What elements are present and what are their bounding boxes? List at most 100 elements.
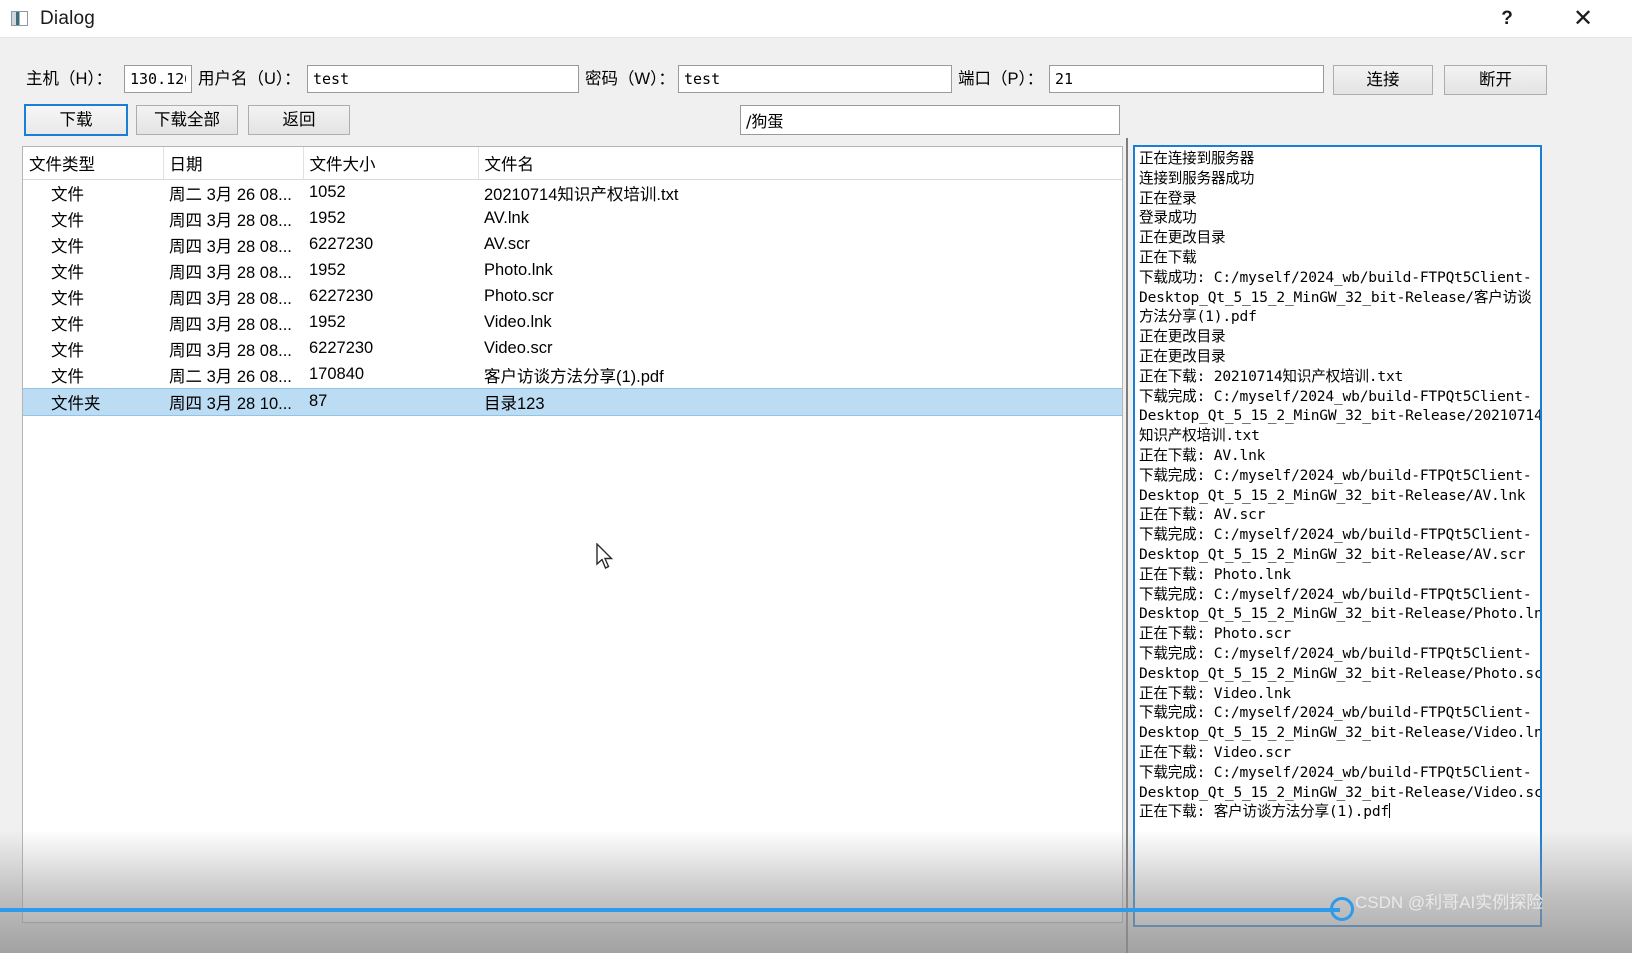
table-row[interactable]: 文件夹 周四 3月 28 10... 87 目录123 [23, 387, 1122, 416]
file-table-header-row: 文件类型 日期 文件大小 文件名 [23, 147, 1122, 180]
window-titlebar: Dialog ? ✕ [0, 0, 1632, 38]
log-line: Desktop_Qt_5_15_2_MinGW_32_bit-Release/A… [1139, 545, 1526, 563]
download-button[interactable]: 下载 [24, 104, 128, 136]
file-list-panel[interactable]: 文件类型 日期 文件大小 文件名 文件 周二 3月 26 08... 1052 202… [22, 146, 1123, 923]
watermark-line [0, 908, 1340, 912]
table-row[interactable]: 文件 周四 3月 28 08... 6227230 Photo.scr [23, 284, 1122, 310]
disconnect-button[interactable]: 断开 [1444, 65, 1547, 95]
port-input[interactable] [1049, 65, 1324, 93]
cell-filename: Video.lnk [484, 313, 552, 331]
connection-row: 主机（H）： 用户名（U）： 密码（W）： 端口（P）： 连接 断开 [0, 64, 1632, 95]
watermark-text: CSDN @利哥AI实例探险 [1355, 893, 1544, 912]
cell-date: 周四 3月 28 08... [169, 315, 292, 334]
help-icon[interactable]: ? [1484, 0, 1530, 37]
cell-filetype: 文件夹 [23, 387, 163, 416]
cell-filesize: 1952 [309, 261, 346, 279]
close-icon[interactable]: ✕ [1560, 0, 1606, 37]
log-line: 正在下载: 20210714知识产权培训.txt [1139, 367, 1404, 385]
cell-filetype: 文件 [51, 289, 84, 308]
cell-filesize: 170840 [309, 365, 365, 383]
app-icon [11, 11, 28, 26]
log-line: 正在更改目录 [1139, 229, 1226, 247]
log-line: 正在下载: Photo.scr [1139, 625, 1292, 643]
watermark-dot [1330, 897, 1354, 921]
log-line: Desktop_Qt_5_15_2_MinGW_32_bit-Release/V… [1139, 783, 1542, 801]
connect-button[interactable]: 连接 [1333, 65, 1433, 95]
log-line: 下载完成: C:/myself/2024_wb/build-FTPQt5Clie… [1139, 526, 1532, 544]
cell-date: 周二 3月 26 08... [169, 367, 292, 386]
log-output-panel[interactable]: 正在连接到服务器 连接到服务器成功 正在登录 登录成功 正在更改目录 正在下载 下载成功: … [1133, 145, 1542, 927]
table-row[interactable]: 文件 周四 3月 28 08... 1952 AV.lnk [23, 206, 1122, 232]
cell-filetype: 文件 [51, 263, 84, 282]
table-row[interactable]: 文件 周二 3月 26 08... 170840 客户访谈方法分享(1).pdf [23, 362, 1122, 389]
log-line: 正在连接到服务器 [1139, 150, 1255, 167]
cell-filetype: 文件 [51, 237, 84, 256]
log-line: 方法分享(1).pdf [1139, 308, 1257, 326]
port-label: 端口（P）： [958, 70, 1044, 88]
log-line: Desktop_Qt_5_15_2_MinGW_32_bit-Release/A… [1139, 486, 1526, 504]
log-line: 正在下载: Photo.lnk [1139, 565, 1292, 583]
log-line: 连接到服务器成功 [1139, 169, 1255, 187]
file-table-header: 文件类型 日期 文件大小 文件名 [23, 147, 1122, 180]
table-row[interactable]: 文件 周四 3月 28 08... 1952 Video.lnk [23, 310, 1122, 336]
log-line: Desktop_Qt_5_15_2_MinGW_32_bit-Release/客… [1139, 288, 1532, 306]
log-line: Desktop_Qt_5_15_2_MinGW_32_bit-Release/P… [1139, 605, 1542, 623]
password-label: 密码（W）： [585, 70, 675, 88]
cell-filename: AV.lnk [484, 209, 529, 227]
cell-filename: 目录123 [478, 387, 1122, 416]
cell-filesize: 1952 [309, 209, 346, 227]
column-header-filesize[interactable]: 文件大小 [303, 147, 479, 180]
remote-path-input[interactable] [740, 105, 1120, 135]
username-label: 用户名（U）： [198, 70, 301, 88]
log-line: 正在下载 [1139, 248, 1197, 266]
cell-date: 周四 3月 28 08... [169, 263, 292, 282]
cell-filename: AV.scr [484, 235, 530, 253]
cell-filetype: 文件 [51, 341, 84, 360]
host-label: 主机（H）： [26, 70, 113, 88]
pane-divider [1126, 138, 1128, 953]
log-line: 下载完成: C:/myself/2024_wb/build-FTPQt5Clie… [1139, 644, 1532, 662]
column-header-filename[interactable]: 文件名 [478, 147, 1122, 180]
log-line: Desktop_Qt_5_15_2_MinGW_32_bit-Release/V… [1139, 724, 1542, 742]
username-input[interactable] [307, 65, 579, 93]
cell-date: 周四 3月 28 10... [163, 387, 303, 416]
cell-filename: Photo.lnk [484, 261, 553, 279]
file-table: 文件类型 日期 文件大小 文件名 文件 周二 3月 26 08... 1052 202… [23, 147, 1122, 416]
log-line: 正在下载: Video.scr [1139, 743, 1292, 761]
cell-filetype: 文件 [51, 211, 84, 230]
password-input[interactable] [678, 65, 952, 93]
log-line: 下载完成: C:/myself/2024_wb/build-FTPQt5Clie… [1139, 466, 1532, 484]
column-header-date[interactable]: 日期 [163, 147, 304, 180]
mouse-cursor-icon [596, 543, 614, 569]
cell-filename: Video.scr [484, 339, 553, 357]
log-line: 正在更改目录 [1139, 347, 1226, 365]
log-line: 正在登录 [1139, 189, 1197, 207]
cell-filename: Photo.scr [484, 287, 554, 305]
back-button[interactable]: 返回 [248, 105, 350, 135]
log-line: Desktop_Qt_5_15_2_MinGW_32_bit-Release/2… [1139, 407, 1542, 425]
log-line: 下载完成: C:/myself/2024_wb/build-FTPQt5Clie… [1139, 763, 1532, 781]
table-row[interactable]: 文件 周四 3月 28 08... 1952 Photo.lnk [23, 258, 1122, 284]
log-line: 正在下载: AV.scr [1139, 506, 1266, 524]
cell-filename: 20210714知识产权培训.txt [484, 185, 679, 204]
table-row[interactable]: 文件 周二 3月 26 08... 1052 20210714知识产权培训.txt [23, 179, 1122, 206]
cell-filetype: 文件 [51, 185, 84, 204]
log-line: 正在下载: AV.lnk [1139, 446, 1266, 464]
log-line: Desktop_Qt_5_15_2_MinGW_32_bit-Release/P… [1139, 664, 1542, 682]
dialog-body: 主机（H）： 用户名（U）： 密码（W）： 端口（P）： 连接 断开 下载 下载… [0, 38, 1632, 953]
cell-date: 周四 3月 28 08... [169, 289, 292, 308]
cell-filesize: 6227230 [309, 235, 374, 253]
log-line: 下载完成: C:/myself/2024_wb/build-FTPQt5Clie… [1139, 387, 1532, 405]
host-input[interactable] [124, 65, 192, 93]
download-all-button[interactable]: 下载全部 [136, 105, 238, 135]
table-row[interactable]: 文件 周四 3月 28 08... 6227230 Video.scr [23, 336, 1122, 362]
cell-filename: 客户访谈方法分享(1).pdf [484, 367, 664, 386]
cell-date: 周四 3月 28 08... [169, 341, 292, 360]
window-title: Dialog [40, 7, 96, 29]
log-line: 下载成功: C:/myself/2024_wb/build-FTPQt5Clie… [1139, 268, 1532, 286]
cell-date: 周四 3月 28 08... [169, 211, 292, 230]
column-header-filetype[interactable]: 文件类型 [23, 147, 164, 180]
log-line: 下载完成: C:/myself/2024_wb/build-FTPQt5Clie… [1139, 704, 1532, 722]
table-row[interactable]: 文件 周四 3月 28 08... 6227230 AV.scr [23, 232, 1122, 258]
log-line: 正在更改目录 [1139, 328, 1226, 346]
